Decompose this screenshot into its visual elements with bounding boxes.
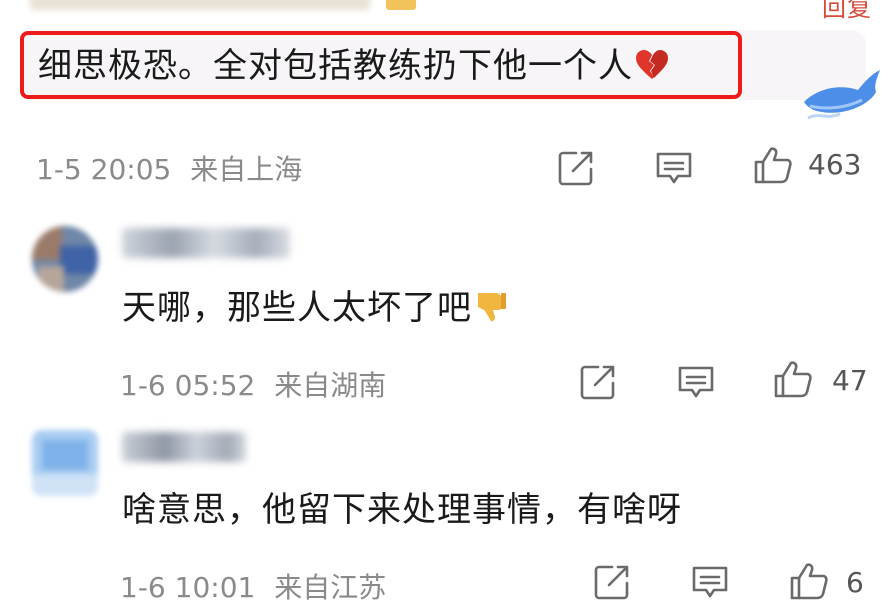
- avatar[interactable]: [32, 430, 98, 496]
- share-icon[interactable]: [578, 362, 618, 402]
- like-icon[interactable]: [772, 358, 812, 398]
- comment-date: 1-5 20:05: [36, 153, 172, 186]
- comment-text-main: 细思极恐。全对包括教练扔下他一个人: [38, 44, 669, 92]
- comment-date: 1-6 05:52: [120, 369, 256, 402]
- comment-meta-2: 1-6 05:52 来自湖南: [120, 364, 386, 404]
- like-count: 463: [808, 148, 862, 181]
- reply-text-2: 啥意思，他留下来处理事情，有啥呀: [122, 490, 682, 530]
- thumbs-down-icon: [474, 289, 508, 334]
- comment-text: 天哪，那些人太坏了吧: [122, 288, 472, 328]
- reply-text-1: 天哪，那些人太坏了吧: [122, 286, 508, 334]
- username-blurred[interactable]: [122, 228, 290, 258]
- reply-comment-icon[interactable]: [690, 562, 730, 602]
- username-blurred[interactable]: [122, 432, 246, 462]
- like-icon[interactable]: [788, 560, 828, 600]
- whale-sticker-icon: [800, 62, 882, 122]
- user-badge: [386, 0, 416, 10]
- share-icon[interactable]: [592, 562, 632, 602]
- reply-comment-icon[interactable]: [654, 148, 694, 188]
- like-count: 47: [832, 364, 868, 397]
- comment-text: 细思极恐。全对包括教练扔下他一个人: [38, 46, 633, 86]
- share-icon[interactable]: [556, 148, 596, 188]
- reply-comment-icon[interactable]: [676, 362, 716, 402]
- broken-heart-icon: [635, 48, 669, 92]
- comment-location: 来自湖南: [274, 369, 387, 402]
- reply-link-cropped[interactable]: 回复: [822, 0, 872, 23]
- avatar[interactable]: [32, 226, 98, 292]
- comment-meta-3: 1-6 10:01 来自江苏: [120, 566, 386, 606]
- comment-meta-1: 1-5 20:05 来自上海: [36, 148, 302, 188]
- blurred-previous-content: [30, 0, 370, 10]
- like-count: 6: [846, 566, 864, 599]
- comment-location: 来自上海: [190, 153, 303, 186]
- like-icon[interactable]: [752, 144, 792, 184]
